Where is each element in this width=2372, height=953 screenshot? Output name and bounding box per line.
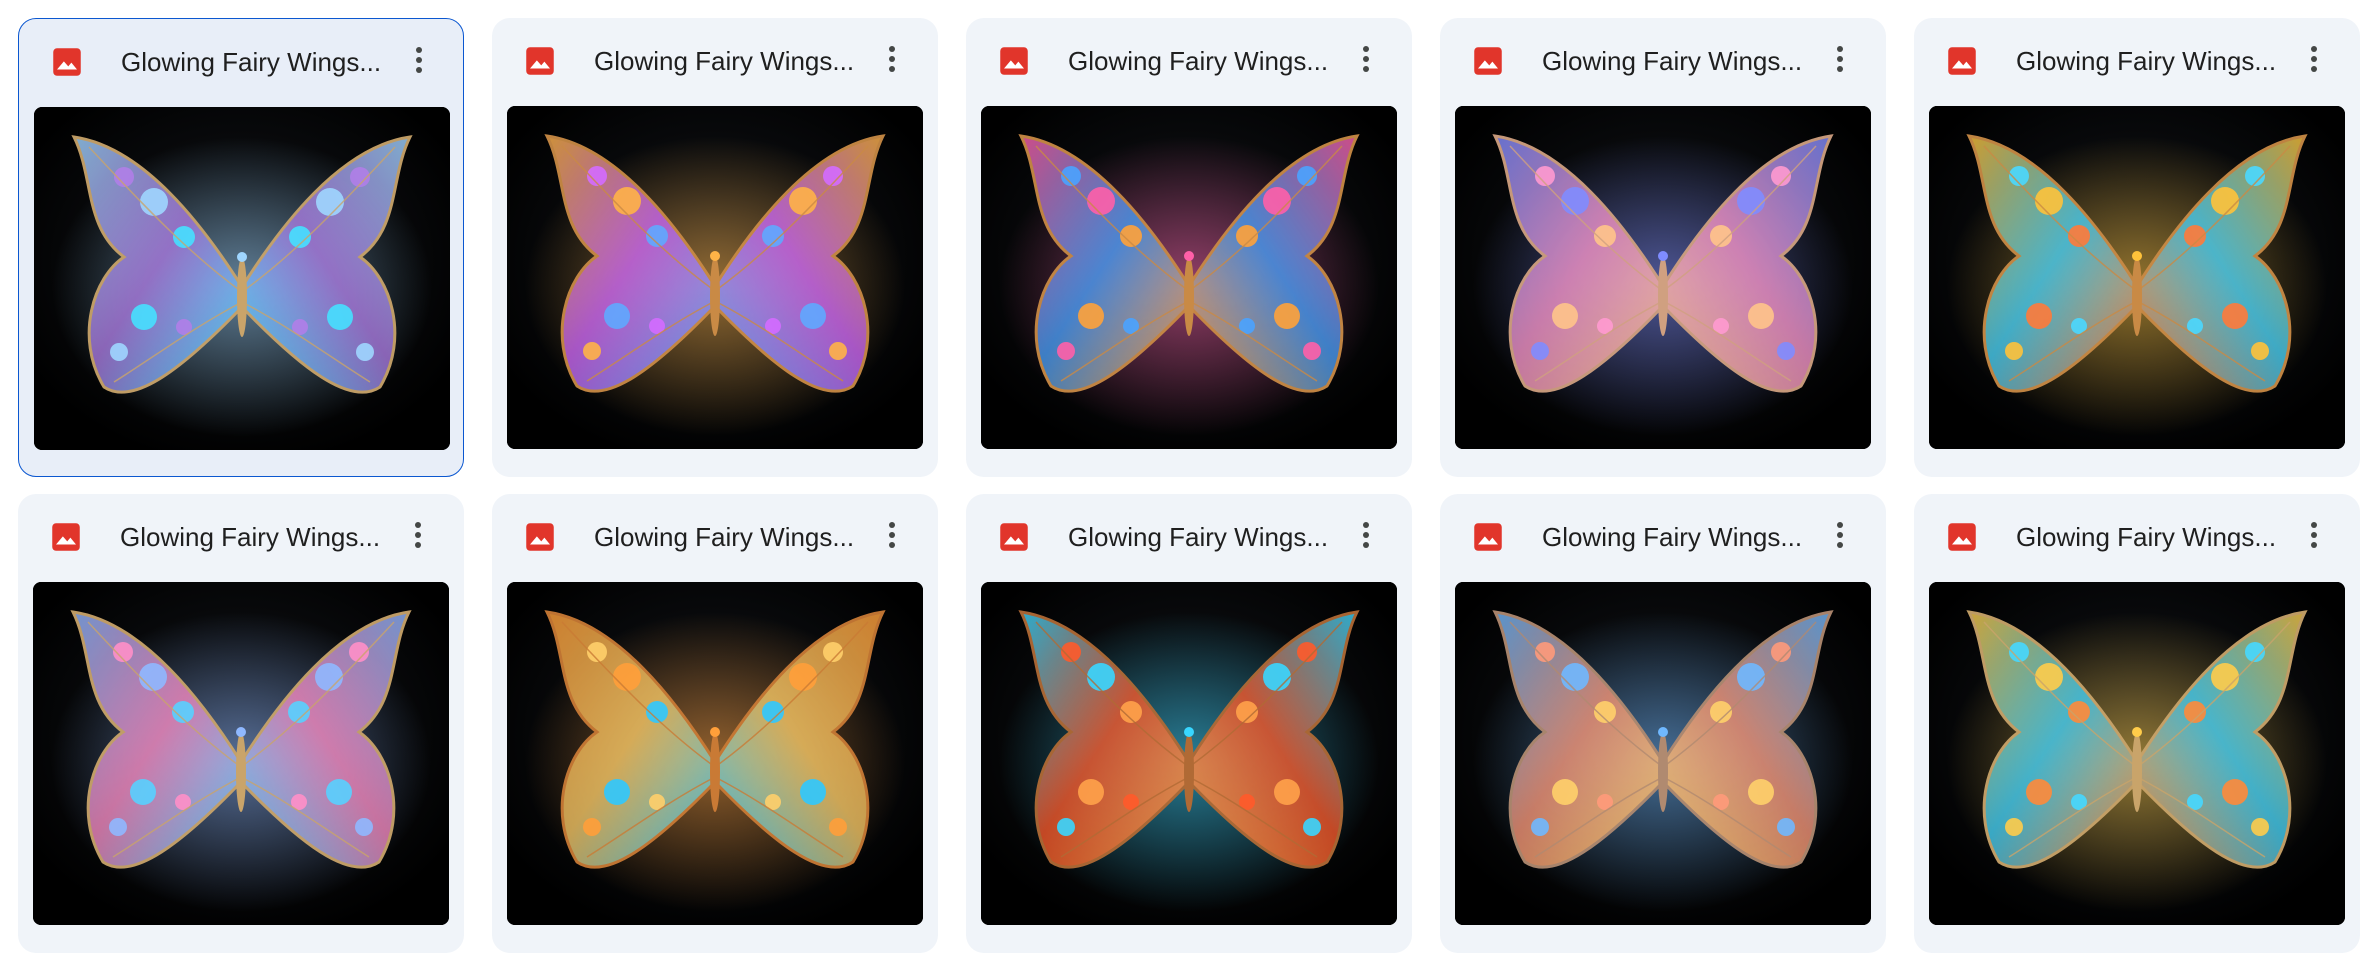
- file-card[interactable]: Glowing Fairy Wings...: [966, 18, 1412, 477]
- image-file-icon: [1473, 46, 1503, 76]
- file-card[interactable]: Glowing Fairy Wings...: [966, 494, 1412, 953]
- file-name: Glowing Fairy Wings...: [594, 46, 855, 76]
- image-file-icon: [51, 522, 81, 552]
- image-file-icon: [999, 46, 1029, 76]
- more-actions-button[interactable]: [1818, 39, 1862, 83]
- file-card-header: Glowing Fairy Wings...: [19, 19, 463, 105]
- more-actions-button[interactable]: [1818, 515, 1862, 559]
- file-grid: Glowing Fairy Wings... Glowing Fairy Wing…: [18, 18, 2360, 953]
- file-name: Glowing Fairy Wings...: [1542, 522, 1803, 552]
- image-file-icon: [52, 47, 82, 77]
- file-card-header: Glowing Fairy Wings...: [1914, 494, 2360, 580]
- more-actions-button[interactable]: [870, 515, 914, 559]
- butterfly-wings-image: [507, 582, 923, 925]
- file-card[interactable]: Glowing Fairy Wings...: [18, 494, 464, 953]
- file-name: Glowing Fairy Wings...: [1542, 46, 1803, 76]
- file-name: Glowing Fairy Wings...: [2016, 46, 2277, 76]
- file-thumbnail[interactable]: [1455, 582, 1871, 925]
- more-actions-button[interactable]: [1344, 515, 1388, 559]
- image-file-icon: [525, 46, 555, 76]
- butterfly-wings-image: [34, 107, 450, 450]
- butterfly-wings-image: [981, 582, 1397, 925]
- file-name: Glowing Fairy Wings...: [1068, 46, 1329, 76]
- file-thumbnail[interactable]: [981, 106, 1397, 449]
- file-name: Glowing Fairy Wings...: [121, 47, 382, 77]
- file-card-header: Glowing Fairy Wings...: [966, 18, 1412, 104]
- more-vert-icon: [1362, 521, 1370, 554]
- image-file-icon: [1947, 522, 1977, 552]
- butterfly-wings-image: [1929, 582, 2345, 925]
- file-card[interactable]: Glowing Fairy Wings...: [492, 18, 938, 477]
- more-actions-button[interactable]: [870, 39, 914, 83]
- more-vert-icon: [1362, 45, 1370, 78]
- file-card-header: Glowing Fairy Wings...: [18, 494, 464, 580]
- file-name: Glowing Fairy Wings...: [1068, 522, 1329, 552]
- file-card-header: Glowing Fairy Wings...: [1440, 494, 1886, 580]
- file-thumbnail[interactable]: [1929, 106, 2345, 449]
- butterfly-wings-image: [1455, 582, 1871, 925]
- file-card[interactable]: Glowing Fairy Wings...: [1440, 18, 1886, 477]
- file-thumbnail[interactable]: [507, 582, 923, 925]
- file-card-header: Glowing Fairy Wings...: [492, 494, 938, 580]
- more-vert-icon: [414, 521, 422, 554]
- image-file-icon: [1947, 46, 1977, 76]
- file-name: Glowing Fairy Wings...: [2016, 522, 2277, 552]
- more-vert-icon: [1836, 521, 1844, 554]
- more-actions-button[interactable]: [2292, 39, 2336, 83]
- more-vert-icon: [2310, 45, 2318, 78]
- file-card-header: Glowing Fairy Wings...: [1440, 18, 1886, 104]
- more-actions-button[interactable]: [2292, 515, 2336, 559]
- file-thumbnail[interactable]: [1455, 106, 1871, 449]
- file-name: Glowing Fairy Wings...: [120, 522, 381, 552]
- butterfly-wings-image: [1929, 106, 2345, 449]
- more-vert-icon: [888, 521, 896, 554]
- butterfly-wings-image: [1455, 106, 1871, 449]
- file-name: Glowing Fairy Wings...: [594, 522, 855, 552]
- more-vert-icon: [888, 45, 896, 78]
- file-card[interactable]: Glowing Fairy Wings...: [492, 494, 938, 953]
- file-card[interactable]: Glowing Fairy Wings...: [1914, 494, 2360, 953]
- file-card[interactable]: Glowing Fairy Wings...: [1914, 18, 2360, 477]
- more-vert-icon: [2310, 521, 2318, 554]
- file-thumbnail[interactable]: [507, 106, 923, 449]
- butterfly-wings-image: [981, 106, 1397, 449]
- more-vert-icon: [415, 46, 423, 79]
- image-file-icon: [1473, 522, 1503, 552]
- file-thumbnail[interactable]: [1929, 582, 2345, 925]
- butterfly-wings-image: [33, 582, 449, 925]
- file-card-header: Glowing Fairy Wings...: [1914, 18, 2360, 104]
- file-card-header: Glowing Fairy Wings...: [492, 18, 938, 104]
- file-thumbnail[interactable]: [981, 582, 1397, 925]
- image-file-icon: [525, 522, 555, 552]
- file-card[interactable]: Glowing Fairy Wings...: [18, 18, 464, 477]
- image-file-icon: [999, 522, 1029, 552]
- file-thumbnail[interactable]: [34, 107, 450, 450]
- more-actions-button[interactable]: [396, 515, 440, 559]
- butterfly-wings-image: [507, 106, 923, 449]
- more-vert-icon: [1836, 45, 1844, 78]
- file-thumbnail[interactable]: [33, 582, 449, 925]
- more-actions-button[interactable]: [1344, 39, 1388, 83]
- more-actions-button[interactable]: [397, 40, 441, 84]
- file-card-header: Glowing Fairy Wings...: [966, 494, 1412, 580]
- file-card[interactable]: Glowing Fairy Wings...: [1440, 494, 1886, 953]
